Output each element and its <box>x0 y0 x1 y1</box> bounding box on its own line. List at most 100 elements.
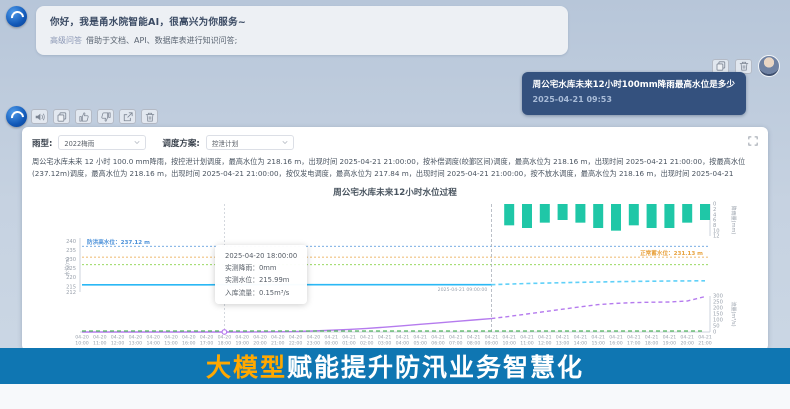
thumbs-up-icon <box>79 112 89 122</box>
trash-icon <box>739 61 749 71</box>
delete-answer-button[interactable] <box>141 109 158 124</box>
assistant-greeting-bubble: 你好，我是甬水院智能AI，很高兴为你服务~ 高级问答借助于文档、API、数据库表… <box>36 6 568 55</box>
svg-text:04-21: 04-21 <box>431 335 445 341</box>
svg-text:04-21: 04-21 <box>360 335 374 341</box>
read-aloud-button[interactable] <box>31 109 48 124</box>
ai-avatar <box>6 6 27 27</box>
greeting-subtitle: 高级问答借助于文档、API、数据库表进行知识问答; <box>50 35 554 46</box>
plan-value: 控泄计划 <box>212 138 238 148</box>
thumbs-down-icon <box>101 112 111 122</box>
svg-text:04-20: 04-20 <box>182 335 196 341</box>
svg-text:04-21: 04-21 <box>574 335 588 341</box>
export-icon <box>123 112 133 122</box>
banner-text: 赋能提升防汛业务智慧化 <box>287 348 584 384</box>
svg-text:14:00: 14:00 <box>146 341 160 347</box>
svg-text:13:00: 13:00 <box>129 341 143 347</box>
user-avatar <box>758 55 780 77</box>
svg-text:04-21: 04-21 <box>591 335 605 341</box>
svg-text:04-20: 04-20 <box>218 335 232 341</box>
expand-icon <box>748 136 758 146</box>
rain-type-select[interactable]: 2022梅雨 <box>58 135 146 150</box>
svg-text:15:00: 15:00 <box>164 341 178 347</box>
svg-text:04-21: 04-21 <box>467 335 481 341</box>
svg-text:04-20: 04-20 <box>129 335 143 341</box>
user-question: 周公宅水库未来12小时100mm降雨最高水位是多少 <box>533 78 736 93</box>
speaker-icon <box>35 112 45 122</box>
controls-row: 雨型: 2022梅雨 调度方案: 控泄计划 <box>32 135 758 150</box>
export-button[interactable] <box>119 109 136 124</box>
svg-text:04-20: 04-20 <box>146 335 160 341</box>
plan-select[interactable]: 控泄计划 <box>206 135 294 150</box>
svg-text:11:00: 11:00 <box>520 341 534 347</box>
svg-text:0: 0 <box>713 330 716 336</box>
svg-text:01:00: 01:00 <box>342 341 356 347</box>
trash-icon <box>145 112 155 122</box>
assistant-greeting: 你好，我是甬水院智能AI，很高兴为你服务~ 高级问答借助于文档、API、数据库表… <box>6 6 568 55</box>
svg-text:04:00: 04:00 <box>396 341 410 347</box>
rain-type-value: 2022梅雨 <box>64 138 94 148</box>
svg-text:06:00: 06:00 <box>431 341 445 347</box>
svg-text:04-20: 04-20 <box>111 335 125 341</box>
svg-text:20:00: 20:00 <box>680 341 694 347</box>
greeting-title: 你好，我是甬水院智能AI，很高兴为你服务~ <box>50 14 554 28</box>
svg-text:04-20: 04-20 <box>93 335 107 341</box>
dislike-button[interactable] <box>97 109 114 124</box>
svg-text:04-20: 04-20 <box>253 335 267 341</box>
chevron-down-icon <box>282 140 288 145</box>
fullscreen-button[interactable] <box>748 136 758 149</box>
svg-text:04-21: 04-21 <box>324 335 338 341</box>
svg-text:04-21: 04-21 <box>449 335 463 341</box>
svg-text:04-21: 04-21 <box>627 335 641 341</box>
svg-text:04-21: 04-21 <box>609 335 623 341</box>
svg-text:13:00: 13:00 <box>556 341 570 347</box>
svg-text:21:00: 21:00 <box>271 341 285 347</box>
svg-text:18:00: 18:00 <box>645 341 659 347</box>
copy-answer-button[interactable] <box>53 109 70 124</box>
ai-avatar <box>6 106 27 127</box>
answer-toolbar <box>31 109 158 124</box>
chart-canvas[interactable]: 2402352302252202152120246810123002502001… <box>32 200 758 346</box>
svg-text:04-21: 04-21 <box>556 335 570 341</box>
svg-text:12:00: 12:00 <box>538 341 552 347</box>
svg-text:04-21: 04-21 <box>645 335 659 341</box>
svg-text:09:00: 09:00 <box>485 341 499 347</box>
svg-text:04-21: 04-21 <box>342 335 356 341</box>
svg-text:04-21: 04-21 <box>680 335 694 341</box>
rain-type-label: 雨型: <box>32 137 52 149</box>
svg-text:03:00: 03:00 <box>378 341 392 347</box>
svg-text:16:00: 16:00 <box>609 341 623 347</box>
svg-text:流量(m³/s): 流量(m³/s) <box>730 301 737 326</box>
svg-text:04-20: 04-20 <box>200 335 214 341</box>
svg-text:04-21: 04-21 <box>520 335 534 341</box>
svg-text:21:00: 21:00 <box>698 341 712 347</box>
svg-text:04-20: 04-20 <box>307 335 321 341</box>
like-button[interactable] <box>75 109 92 124</box>
svg-text:降雨量(mm): 降雨量(mm) <box>730 206 737 235</box>
chevron-down-icon <box>134 140 140 145</box>
svg-text:04-21: 04-21 <box>485 335 499 341</box>
forecast-summary: 周公宅水库未来 12 小时 100.0 mm降雨，按控泄计划调度，最高水位为 2… <box>32 156 758 180</box>
svg-text:05:00: 05:00 <box>413 341 427 347</box>
svg-text:19:00: 19:00 <box>663 341 677 347</box>
svg-text:14:00: 14:00 <box>574 341 588 347</box>
svg-text:19:00: 19:00 <box>235 341 249 347</box>
svg-text:18:00: 18:00 <box>218 341 232 347</box>
svg-text:04-21: 04-21 <box>378 335 392 341</box>
svg-text:04-21: 04-21 <box>663 335 677 341</box>
svg-text:23:00: 23:00 <box>307 341 321 347</box>
svg-text:08:00: 08:00 <box>467 341 481 347</box>
svg-text:2025-04-21 09:00:00: 2025-04-21 09:00:00 <box>438 287 488 293</box>
svg-text:04-20: 04-20 <box>75 335 89 341</box>
water-level-chart[interactable]: 2402352302252202152120246810123002502001… <box>32 200 758 360</box>
svg-text:20:00: 20:00 <box>253 341 267 347</box>
svg-text:17:00: 17:00 <box>200 341 214 347</box>
copy-icon <box>716 61 726 71</box>
copy-icon <box>57 112 67 122</box>
svg-text:02:00: 02:00 <box>360 341 374 347</box>
svg-text:00:00: 00:00 <box>324 341 338 347</box>
svg-text:235: 235 <box>66 248 76 254</box>
svg-text:10:00: 10:00 <box>75 341 89 347</box>
svg-text:正常蓄水位：231.13 m: 正常蓄水位：231.13 m <box>640 249 703 257</box>
svg-text:12: 12 <box>713 234 720 240</box>
qa-mode-tag: 高级问答 <box>50 36 82 45</box>
